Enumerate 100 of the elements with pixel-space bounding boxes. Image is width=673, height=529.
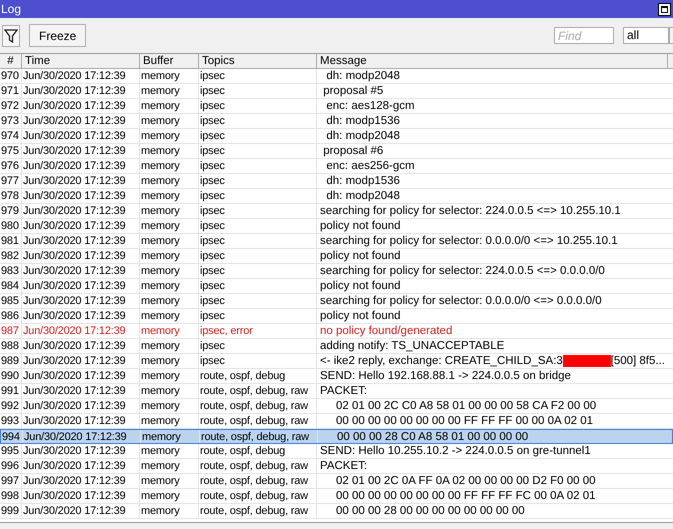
log-row[interactable]: 996 Jun/30/2020 17:12:39 memory route, ospf, debug, raw PACKET: xyxy=(0,459,673,474)
table-cell: memory xyxy=(140,84,199,98)
table-cell: 974 xyxy=(0,129,22,143)
table-cell: 999 xyxy=(0,504,22,518)
table-cell: memory xyxy=(140,474,199,488)
table-cell: Jun/30/2020 17:12:39 xyxy=(22,249,140,263)
table-cell: searching for policy for selector: 0.0.0.0/0 <=> 10.255.10.1 xyxy=(320,234,618,248)
table-cell: route, ospf, debug, raw xyxy=(199,399,317,413)
table-cell: memory xyxy=(140,384,199,398)
table-cell: route, ospf, debug, raw xyxy=(199,414,317,428)
log-row[interactable]: 997 Jun/30/2020 17:12:39 memory route, ospf, debug, raw 02 01 00 2C 0A FF 0A 02 00 00 00 00 D2 F0 00 00 xyxy=(0,474,673,489)
log-row[interactable]: 986 Jun/30/2020 17:12:39 memory ipsec policy not found xyxy=(0,309,673,324)
table-cell: 976 xyxy=(0,159,22,173)
table-cell: 982 xyxy=(0,249,22,263)
maximize-button[interactable] xyxy=(658,2,671,16)
table-cell: 985 xyxy=(0,294,22,308)
log-row[interactable]: 970 Jun/30/2020 17:12:39 memory ipsec dh: modp2048 xyxy=(0,69,673,84)
table-cell: policy not found xyxy=(320,279,401,293)
log-row[interactable]: 977 Jun/30/2020 17:12:39 memory ipsec dh: modp1536 xyxy=(0,174,673,189)
table-cell: Jun/30/2020 17:12:39 xyxy=(22,174,140,188)
table-cell: route, ospf, debug, raw xyxy=(199,459,317,473)
log-row[interactable]: 985 Jun/30/2020 17:12:39 memory ipsec searching for policy for selector: 0.0.0.0/0 <=> 0.0.0.0/0 xyxy=(0,294,673,309)
table-cell: policy not found xyxy=(320,219,401,233)
log-row[interactable]: 991 Jun/30/2020 17:12:39 memory route, ospf, debug, raw PACKET: xyxy=(0,384,673,399)
log-row[interactable]: 992 Jun/30/2020 17:12:39 memory route, ospf, debug, raw 02 01 00 2C C0 A8 58 01 00 00 00 58 CA F2 00 00 xyxy=(0,399,673,414)
log-row[interactable]: 987 Jun/30/2020 17:12:39 memory ipsec, error no policy found/generated xyxy=(0,324,673,339)
table-cell: Jun/30/2020 17:12:39 xyxy=(22,234,140,248)
table-cell-text: enc: aes128-gcm xyxy=(325,99,415,113)
find-field[interactable]: Find xyxy=(554,27,614,44)
log-row[interactable]: 971 Jun/30/2020 17:12:39 memory ipsec proposal #5 xyxy=(0,84,673,99)
log-row[interactable]: 988 Jun/30/2020 17:12:39 memory ipsec adding notify: TS_UNACCEPTABLE xyxy=(0,339,673,354)
table-cell: Jun/30/2020 17:12:39 xyxy=(22,144,140,158)
table-cell: Jun/30/2020 17:12:39 xyxy=(22,159,140,173)
table-cell: Jun/30/2020 17:12:39 xyxy=(22,279,140,293)
table-cell: Jun/30/2020 17:12:39 xyxy=(22,99,140,113)
table-cell: ipsec xyxy=(199,354,317,368)
table-cell: 994 xyxy=(1,430,23,443)
table-cell: memory xyxy=(140,264,199,278)
table-cell: 971 xyxy=(0,84,22,98)
freeze-button[interactable]: Freeze xyxy=(29,24,86,47)
table-cell: route, ospf, debug, raw xyxy=(199,384,317,398)
table-cell: memory xyxy=(140,234,199,248)
filter-button[interactable] xyxy=(2,24,20,46)
table-cell: memory xyxy=(140,174,199,188)
log-row[interactable]: 978 Jun/30/2020 17:12:39 memory ipsec dh: modp2048 xyxy=(0,189,673,204)
table-cell: 998 xyxy=(0,489,22,503)
table-cell: memory xyxy=(140,204,199,218)
table-cell: route, ospf, debug, raw xyxy=(199,489,317,503)
table-cell: memory xyxy=(140,399,199,413)
column-header[interactable]: Message xyxy=(317,54,668,68)
column-header[interactable]: Topics xyxy=(199,54,317,68)
column-header[interactable]: Buffer xyxy=(140,54,199,68)
log-row[interactable]: 975 Jun/30/2020 17:12:39 memory ipsec proposal #6 xyxy=(0,144,673,159)
table-cell: Jun/30/2020 17:12:39 xyxy=(22,399,140,413)
table-cell: 997 xyxy=(0,474,22,488)
table-cell: Jun/30/2020 17:12:39 xyxy=(22,129,140,143)
table-cell: ipsec xyxy=(199,249,317,263)
log-row[interactable]: 999 Jun/30/2020 17:12:39 memory route, ospf, debug, raw 00 00 00 28 00 00 00 00 00 00 00 00 xyxy=(0,504,673,519)
table-cell: 996 xyxy=(0,459,22,473)
table-cell: memory xyxy=(140,459,199,473)
table-cell: memory xyxy=(140,444,199,458)
table-cell: memory xyxy=(140,339,199,353)
table-cell: 983 xyxy=(0,264,22,278)
table-cell: ipsec xyxy=(199,69,317,83)
table-cell: Jun/30/2020 17:12:39 xyxy=(22,354,140,368)
table-cell: ipsec, error xyxy=(199,324,317,338)
log-row[interactable]: 983 Jun/30/2020 17:12:39 memory ipsec searching for policy for selector: 224.0.0.5 <=> 0.0.0.0/0 xyxy=(0,264,673,279)
table-cell-text: dh: modp2048 xyxy=(325,69,400,83)
log-row[interactable]: 994 Jun/30/2020 17:12:39 memory route, ospf, debug, raw 00 00 00 28 C0 A8 58 01 00 00 00 00 xyxy=(0,429,673,444)
log-row[interactable]: 973 Jun/30/2020 17:12:39 memory ipsec dh: modp1536 xyxy=(0,114,673,129)
log-row[interactable]: 990 Jun/30/2020 17:12:39 memory route, ospf, debug SEND: Hello 192.168.88.1 -> 224.0.0.5 on bridge xyxy=(0,369,673,384)
log-row[interactable]: 972 Jun/30/2020 17:12:39 memory ipsec enc: aes128-gcm xyxy=(0,99,673,114)
table-cell: memory xyxy=(140,114,199,128)
table-cell: policy not found xyxy=(320,309,401,323)
table-cell: searching for policy for selector: 224.0.0.5 <=> 10.255.10.1 xyxy=(320,204,621,218)
log-row[interactable]: 981 Jun/30/2020 17:12:39 memory ipsec searching for policy for selector: 0.0.0.0/0 <=> 10.255.10.1 xyxy=(0,234,673,249)
table-cell: Jun/30/2020 17:12:39 xyxy=(22,489,140,503)
table-cell: 970 xyxy=(0,69,22,83)
window-title: Log xyxy=(1,3,22,15)
table-cell: Jun/30/2020 17:12:39 xyxy=(22,444,140,458)
column-header[interactable]: # xyxy=(0,54,22,68)
log-row[interactable]: 980 Jun/30/2020 17:12:39 memory ipsec policy not found xyxy=(0,219,673,234)
table-cell: ipsec xyxy=(199,189,317,203)
table-cell: route, ospf, debug xyxy=(199,369,317,383)
table-cell: memory xyxy=(140,489,199,503)
table-cell: ipsec xyxy=(199,159,317,173)
log-row[interactable]: 984 Jun/30/2020 17:12:39 memory ipsec policy not found xyxy=(0,279,673,294)
log-row[interactable]: 998 Jun/30/2020 17:12:39 memory route, ospf, debug, raw 00 00 00 00 00 00 00 00 FF FF FF FC 00 0A 02 01 xyxy=(0,489,673,504)
log-row[interactable]: 979 Jun/30/2020 17:12:39 memory ipsec searching for policy for selector: 224.0.0.5 <=> 10.255.10.1 xyxy=(0,204,673,219)
table-cell: Jun/30/2020 17:12:39 xyxy=(22,369,140,383)
log-row[interactable]: 982 Jun/30/2020 17:12:39 memory ipsec policy not found xyxy=(0,249,673,264)
table-cell-text: dh: modp1536 xyxy=(325,114,400,128)
log-row[interactable]: 989 Jun/30/2020 17:12:39 memory ipsec <- ike2 reply, exchange: CREATE_CHILD_SA:3 [500] 8f5... xyxy=(0,354,673,369)
table-cell: memory xyxy=(140,129,199,143)
log-row[interactable]: 995 Jun/30/2020 17:12:39 memory route, ospf, debug SEND: Hello 10.255.10.2 -> 224.0.0.5 on gre-tunnel1 xyxy=(0,444,673,459)
column-header[interactable]: Time xyxy=(22,54,140,68)
table-cell: memory xyxy=(140,369,199,383)
log-row[interactable]: 976 Jun/30/2020 17:12:39 memory ipsec enc: aes256-gcm xyxy=(0,159,673,174)
filter-select[interactable]: all xyxy=(623,27,669,44)
log-row[interactable]: 974 Jun/30/2020 17:12:39 memory ipsec dh: modp2048 xyxy=(0,129,673,144)
